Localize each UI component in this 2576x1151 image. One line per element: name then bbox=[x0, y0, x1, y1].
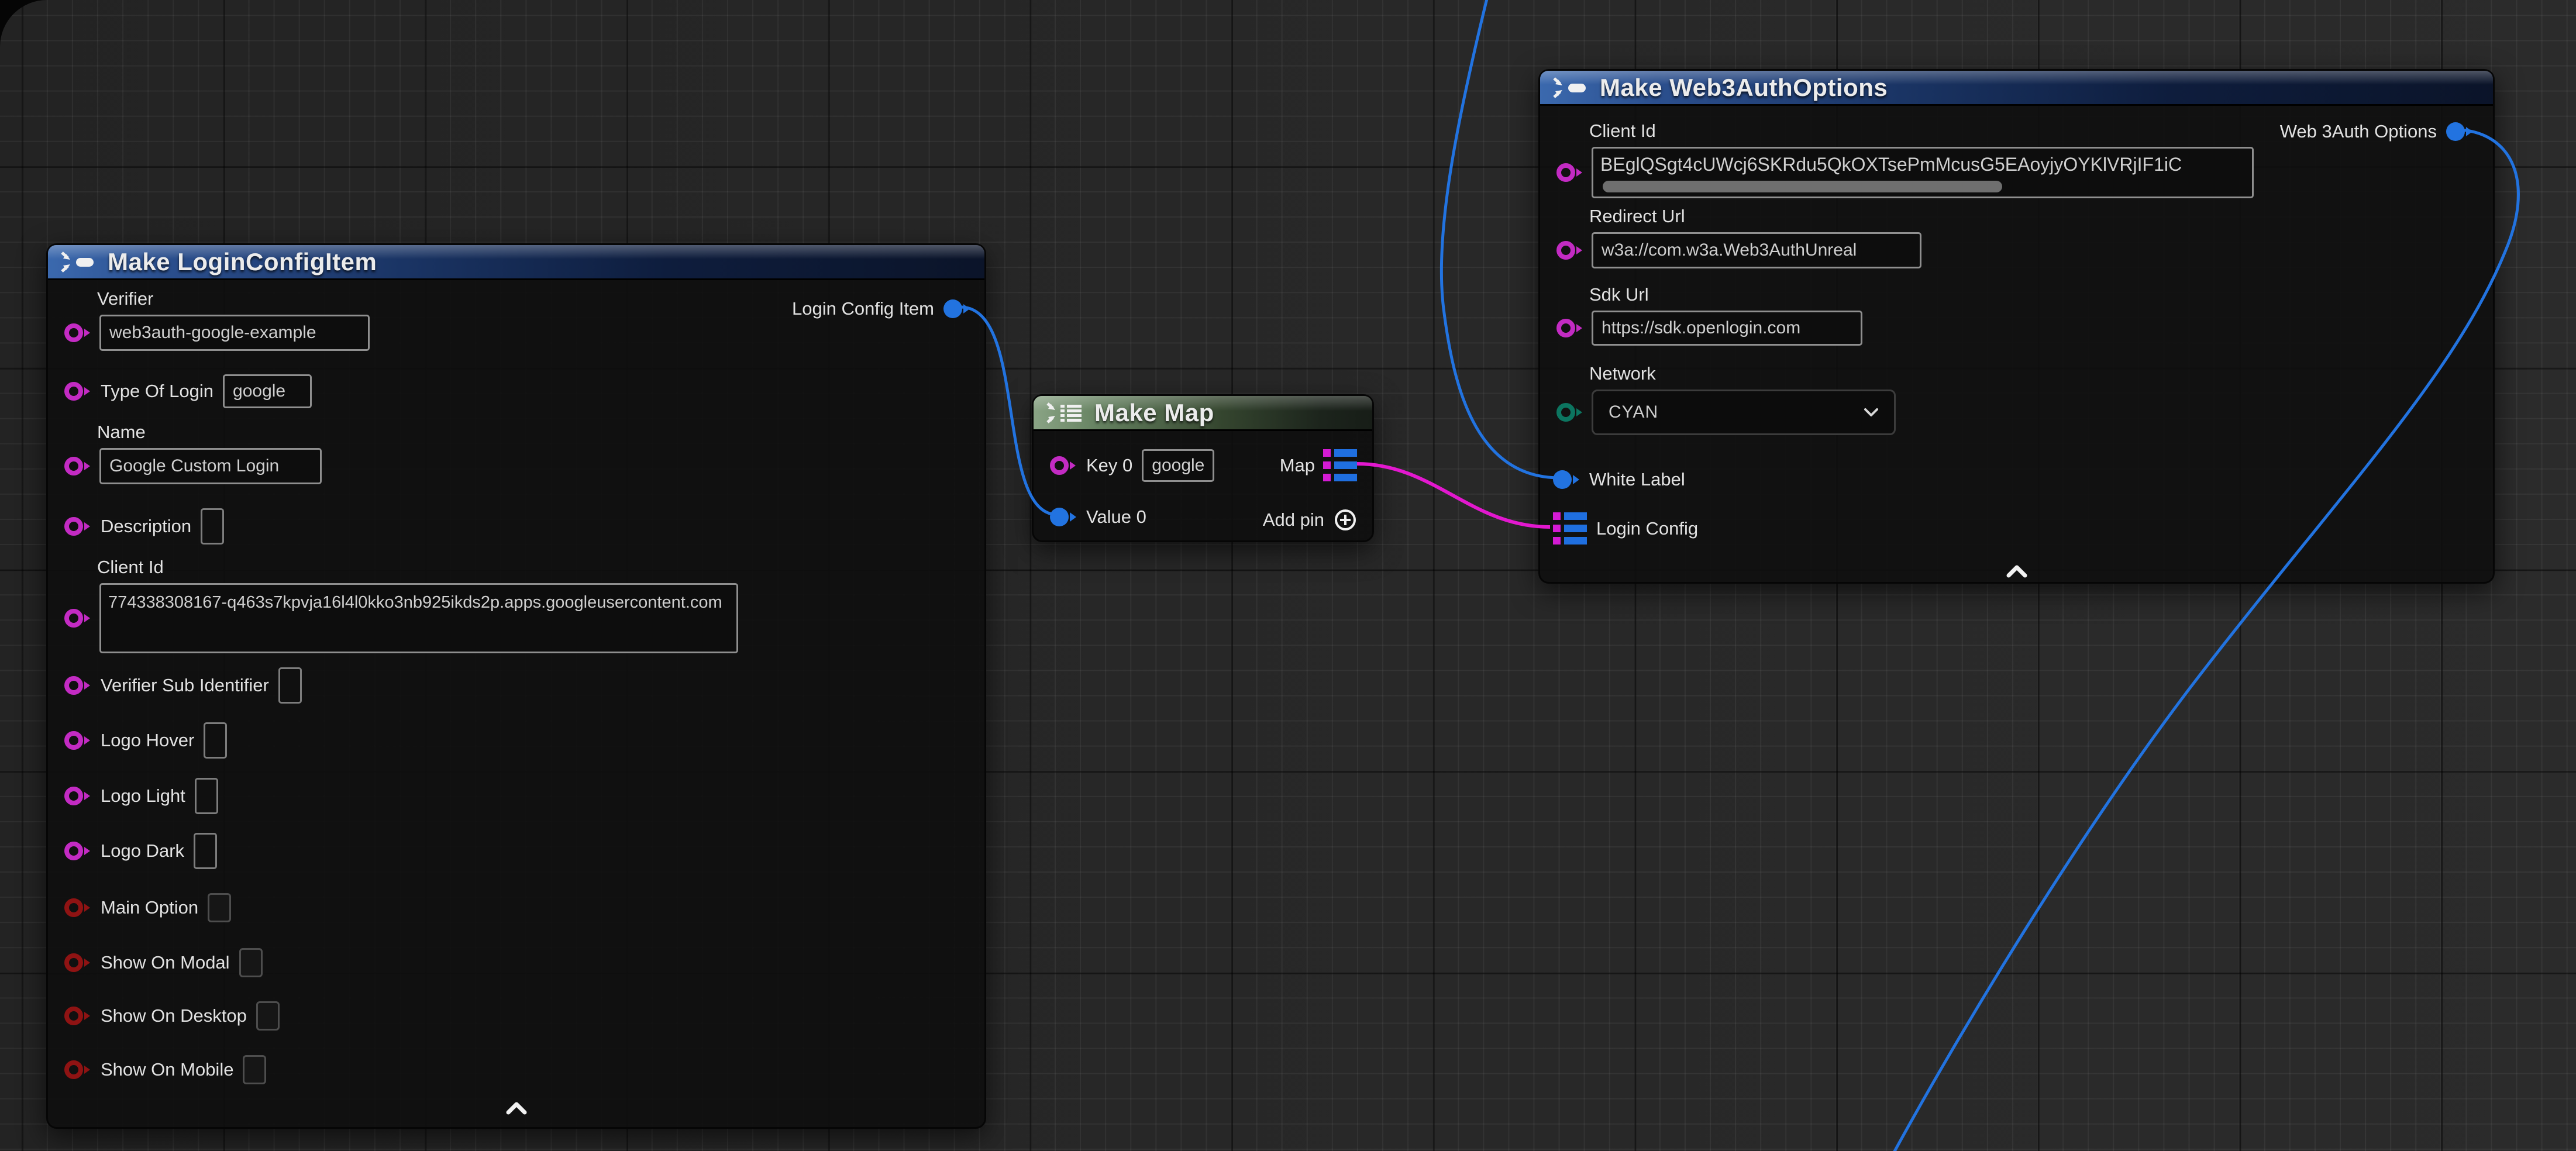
main-option-checkbox[interactable] bbox=[208, 893, 231, 922]
add-pin-icon[interactable] bbox=[1334, 508, 1357, 532]
input-pin-value-0[interactable] bbox=[1049, 505, 1077, 529]
node-header-make-web3authoptions[interactable]: Make Web3AuthOptions bbox=[1540, 71, 2493, 106]
input-pin-show-on-mobile[interactable] bbox=[63, 1058, 91, 1081]
input-label-network: Network bbox=[1589, 363, 1896, 384]
network-dropdown[interactable]: CYAN bbox=[1592, 390, 1896, 435]
input-pin-type-of-login[interactable] bbox=[63, 380, 91, 403]
logo-light-field[interactable] bbox=[195, 778, 218, 814]
collapse-node-chevron-icon[interactable] bbox=[506, 1102, 527, 1115]
node-make-loginconfigitem[interactable]: Make LoginConfigItem Login Config Item V… bbox=[46, 243, 986, 1129]
input-pin-white-label[interactable] bbox=[1552, 468, 1580, 491]
make-struct-icon bbox=[61, 250, 97, 274]
redirect-url-field[interactable]: w3a://com.w3a.Web3AuthUnreal bbox=[1592, 232, 1921, 268]
input-pin-show-on-desktop[interactable] bbox=[63, 1004, 91, 1028]
output-label-map: Map bbox=[1280, 455, 1315, 476]
input-pin-client-id[interactable] bbox=[1555, 161, 1583, 184]
chevron-down-icon bbox=[1864, 408, 1879, 417]
client-id-text[interactable]: BEglQSgt4cUWcj6SKRdu5QkOXTsePmMcusG5EAoy… bbox=[1600, 151, 2245, 178]
input-pin-verifier[interactable] bbox=[63, 321, 91, 344]
output-label-login-config-item: Login Config Item bbox=[792, 298, 934, 319]
input-label-main-option: Main Option bbox=[101, 897, 198, 918]
input-label-description: Description bbox=[101, 516, 191, 537]
node-title: Make LoginConfigItem bbox=[108, 248, 377, 276]
client-id-field[interactable]: 774338308167-q463s7kpvja16l4l0kko3nb925i… bbox=[99, 583, 738, 653]
logo-hover-field[interactable] bbox=[204, 722, 227, 759]
node-make-map[interactable]: Make Map Key 0 google Map Value 0 Add pi… bbox=[1032, 394, 1374, 542]
input-pin-login-config[interactable] bbox=[1553, 512, 1587, 545]
input-pin-description[interactable] bbox=[63, 515, 91, 538]
input-label-show-on-desktop: Show On Desktop bbox=[101, 1005, 247, 1026]
output-label-web3auth-options: Web 3Auth Options bbox=[2280, 121, 2437, 142]
input-label-verifier-sub-identifier: Verifier Sub Identifier bbox=[101, 675, 269, 696]
input-pin-verifier-sub-identifier[interactable] bbox=[63, 674, 91, 697]
input-pin-logo-light[interactable] bbox=[63, 784, 91, 808]
scrollbar-thumb[interactable] bbox=[1603, 181, 2002, 192]
show-on-modal-checkbox[interactable] bbox=[239, 948, 263, 977]
client-id-scrollbar[interactable] bbox=[1600, 180, 2245, 194]
make-struct-icon bbox=[1553, 76, 1589, 99]
node-header-make-map[interactable]: Make Map bbox=[1034, 396, 1372, 431]
add-pin-label: Add pin bbox=[1263, 509, 1324, 530]
input-label-logo-hover: Logo Hover bbox=[101, 730, 194, 751]
input-label-logo-dark: Logo Dark bbox=[101, 840, 184, 861]
network-selected-value: CYAN bbox=[1609, 402, 1658, 422]
input-label-name: Name bbox=[97, 422, 322, 443]
output-pin-map[interactable] bbox=[1323, 449, 1357, 482]
sdk-url-field[interactable]: https://sdk.openlogin.com bbox=[1592, 311, 1862, 346]
node-header-make-loginconfigitem[interactable]: Make LoginConfigItem bbox=[48, 245, 984, 280]
input-label-logo-light: Logo Light bbox=[101, 785, 185, 807]
node-title: Make Map bbox=[1094, 399, 1214, 427]
input-pin-logo-hover[interactable] bbox=[63, 729, 91, 752]
client-id-field[interactable]: BEglQSgt4cUWcj6SKRdu5QkOXTsePmMcusG5EAoy… bbox=[1592, 147, 2254, 198]
input-pin-name[interactable] bbox=[63, 454, 91, 478]
input-label-white-label: White Label bbox=[1589, 469, 1685, 490]
blueprint-graph-canvas[interactable]: Make LoginConfigItem Login Config Item V… bbox=[0, 0, 2576, 1151]
type-of-login-field[interactable]: google bbox=[223, 374, 312, 408]
verifier-sub-identifier-field[interactable] bbox=[278, 667, 302, 704]
wire-map-to-login-config[interactable] bbox=[1357, 464, 1550, 527]
node-title: Make Web3AuthOptions bbox=[1600, 74, 1888, 102]
input-label-value-0: Value 0 bbox=[1086, 506, 1146, 528]
input-label-login-config: Login Config bbox=[1596, 518, 1698, 539]
input-pin-show-on-modal[interactable] bbox=[63, 951, 91, 974]
key-0-field[interactable]: google bbox=[1142, 449, 1214, 482]
input-pin-client-id[interactable] bbox=[63, 606, 91, 630]
input-label-show-on-mobile: Show On Mobile bbox=[101, 1059, 233, 1080]
input-pin-logo-dark[interactable] bbox=[63, 839, 91, 863]
input-pin-key-0[interactable] bbox=[1049, 454, 1077, 477]
show-on-desktop-checkbox[interactable] bbox=[256, 1001, 280, 1031]
node-make-web3authoptions[interactable]: Make Web3AuthOptions Web 3Auth Options C… bbox=[1538, 69, 2495, 584]
input-label-show-on-modal: Show On Modal bbox=[101, 952, 230, 973]
input-label-key-0: Key 0 bbox=[1086, 455, 1132, 476]
output-pin-web3auth-options[interactable] bbox=[2445, 120, 2473, 143]
input-pin-main-option[interactable] bbox=[63, 896, 91, 919]
input-label-client-id: Client Id bbox=[1589, 120, 2254, 142]
show-on-mobile-checkbox[interactable] bbox=[243, 1055, 266, 1084]
logo-dark-field[interactable] bbox=[194, 833, 217, 869]
input-label-redirect-url: Redirect Url bbox=[1589, 206, 1921, 227]
input-pin-redirect-url[interactable] bbox=[1555, 239, 1583, 262]
input-label-type-of-login: Type Of Login bbox=[101, 381, 213, 402]
input-label-client-id: Client Id bbox=[97, 557, 738, 578]
name-field[interactable]: Google Custom Login bbox=[99, 448, 322, 484]
verifier-field[interactable]: web3auth-google-example bbox=[99, 315, 370, 351]
collapse-node-chevron-icon[interactable] bbox=[2006, 565, 2027, 578]
description-field[interactable] bbox=[201, 508, 224, 545]
output-pin-login-config-item[interactable] bbox=[942, 297, 970, 321]
input-label-verifier: Verifier bbox=[97, 288, 370, 309]
make-map-icon bbox=[1046, 401, 1084, 425]
input-pin-network[interactable] bbox=[1555, 401, 1583, 424]
input-label-sdk-url: Sdk Url bbox=[1589, 284, 1862, 305]
input-pin-sdk-url[interactable] bbox=[1555, 316, 1583, 340]
